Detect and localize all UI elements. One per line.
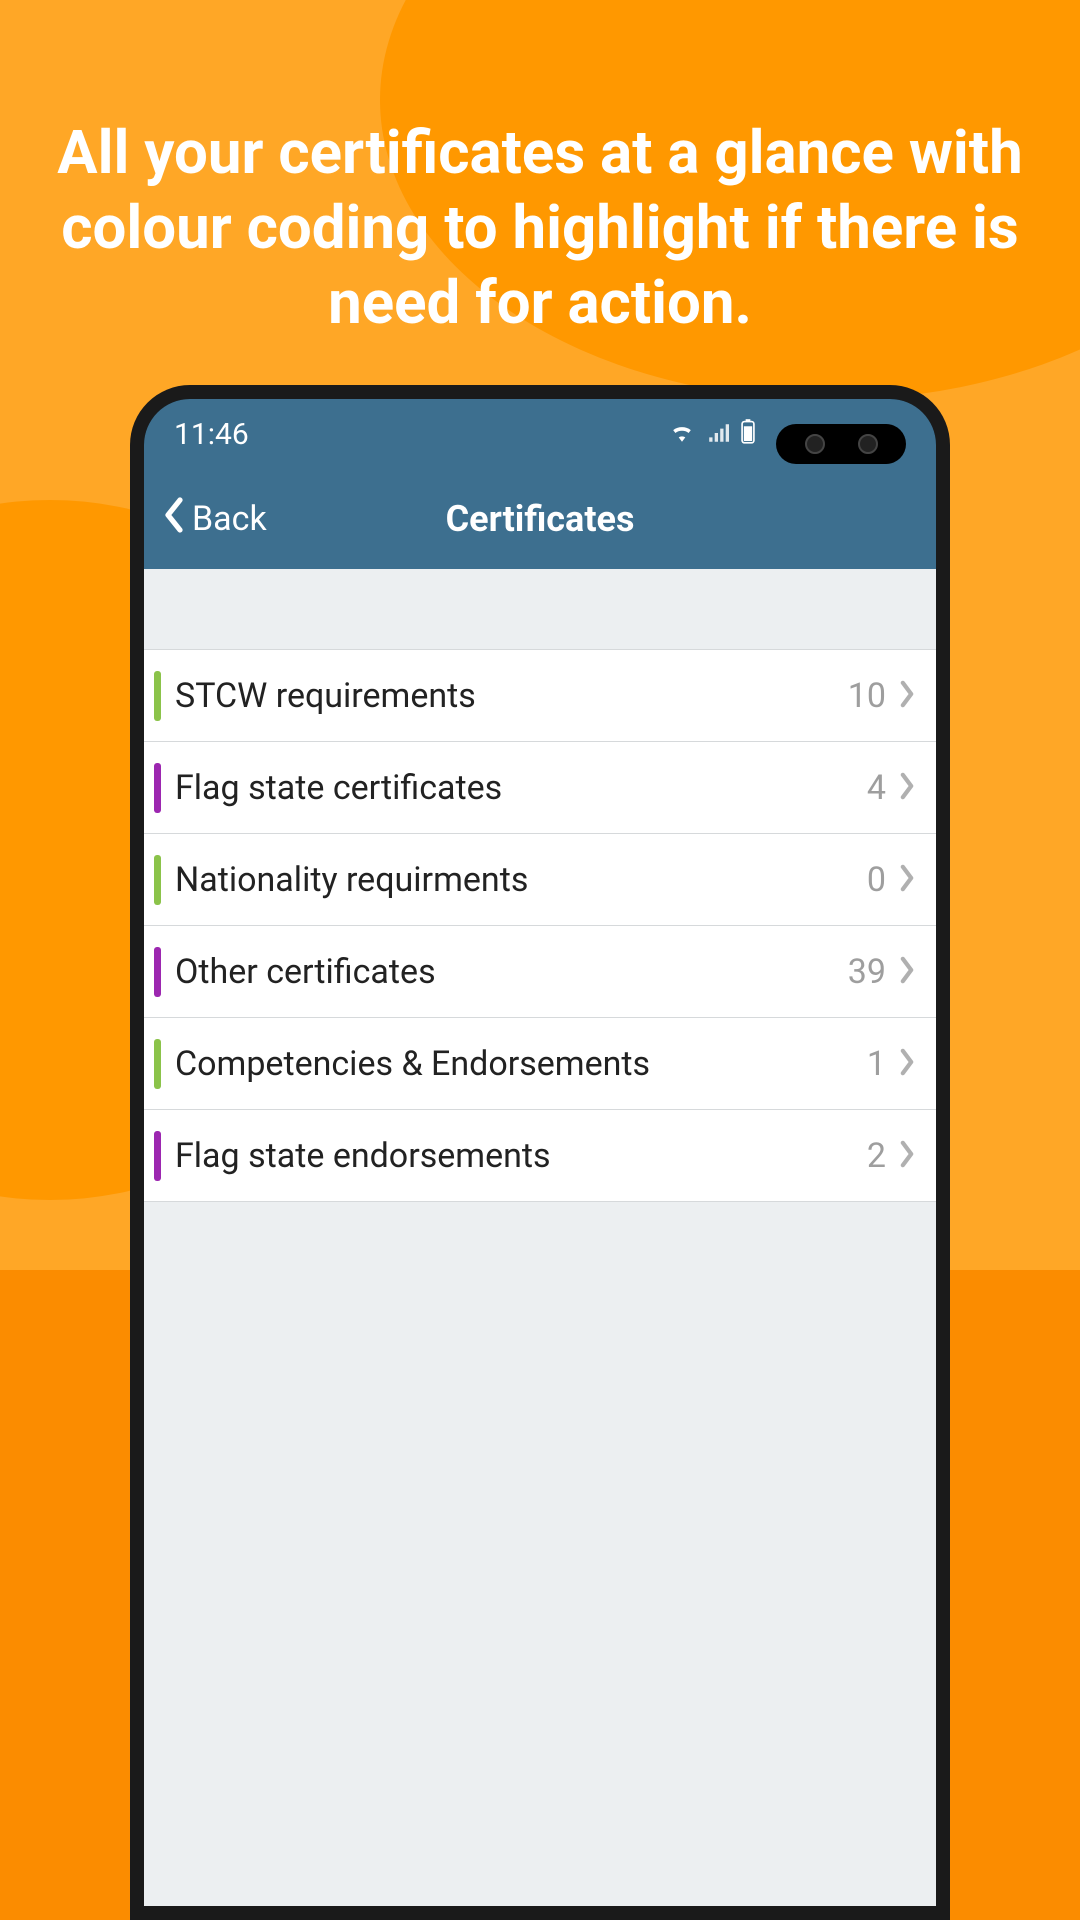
chevron-left-icon bbox=[162, 497, 186, 542]
list-item[interactable]: Nationality requirments 0 bbox=[144, 834, 936, 926]
page-title: Certificates bbox=[446, 498, 635, 540]
list-item[interactable]: Flag state certificates 4 bbox=[144, 742, 936, 834]
status-time: 11:46 bbox=[174, 417, 249, 452]
list-item-label: Flag state certificates bbox=[175, 768, 867, 808]
list-item-count: 2 bbox=[867, 1136, 886, 1176]
list-item-label: Nationality requirments bbox=[175, 860, 867, 900]
list-item-label: STCW requirements bbox=[175, 676, 848, 716]
list-item-label: Other certificates bbox=[175, 952, 848, 992]
wifi-icon bbox=[668, 417, 696, 452]
chevron-right-icon bbox=[898, 1140, 916, 1172]
list-item-label: Flag state endorsements bbox=[175, 1136, 867, 1176]
back-label: Back bbox=[192, 499, 267, 539]
promo-background: All your certificates at a glance with c… bbox=[0, 0, 1080, 1920]
phone-screen: 11:46 Ba bbox=[144, 399, 936, 1906]
list-item-count: 4 bbox=[867, 768, 886, 808]
chevron-right-icon bbox=[898, 956, 916, 988]
battery-icon bbox=[740, 417, 756, 452]
list-item[interactable]: STCW requirements 10 bbox=[144, 650, 936, 742]
list-item-label: Competencies & Endorsements bbox=[175, 1044, 867, 1084]
camera-dot bbox=[858, 434, 878, 454]
camera-dot bbox=[805, 434, 825, 454]
spacer bbox=[144, 569, 936, 649]
list-item-count: 39 bbox=[848, 952, 886, 992]
nav-bar: Back Certificates bbox=[144, 469, 936, 569]
phone-frame: 11:46 Ba bbox=[130, 385, 950, 1920]
list-item[interactable]: Other certificates 39 bbox=[144, 926, 936, 1018]
certificate-list: STCW requirements 10 Flag state certific… bbox=[144, 649, 936, 1202]
promo-headline: All your certificates at a glance with c… bbox=[40, 115, 1040, 340]
status-stripe bbox=[154, 947, 161, 997]
chevron-right-icon bbox=[898, 772, 916, 804]
status-stripe bbox=[154, 1131, 161, 1181]
content-area: STCW requirements 10 Flag state certific… bbox=[144, 569, 936, 1906]
status-stripe bbox=[154, 855, 161, 905]
status-stripe bbox=[154, 1039, 161, 1089]
list-item-count: 0 bbox=[867, 860, 886, 900]
signal-icon bbox=[706, 417, 730, 452]
camera-cutout bbox=[776, 424, 906, 464]
chevron-right-icon bbox=[898, 864, 916, 896]
chevron-right-icon bbox=[898, 1048, 916, 1080]
status-stripe bbox=[154, 763, 161, 813]
list-item[interactable]: Flag state endorsements 2 bbox=[144, 1110, 936, 1202]
back-button[interactable]: Back bbox=[144, 497, 267, 542]
list-item-count: 10 bbox=[848, 676, 886, 716]
list-item[interactable]: Competencies & Endorsements 1 bbox=[144, 1018, 936, 1110]
status-stripe bbox=[154, 671, 161, 721]
list-item-count: 1 bbox=[867, 1044, 886, 1084]
chevron-right-icon bbox=[898, 680, 916, 712]
